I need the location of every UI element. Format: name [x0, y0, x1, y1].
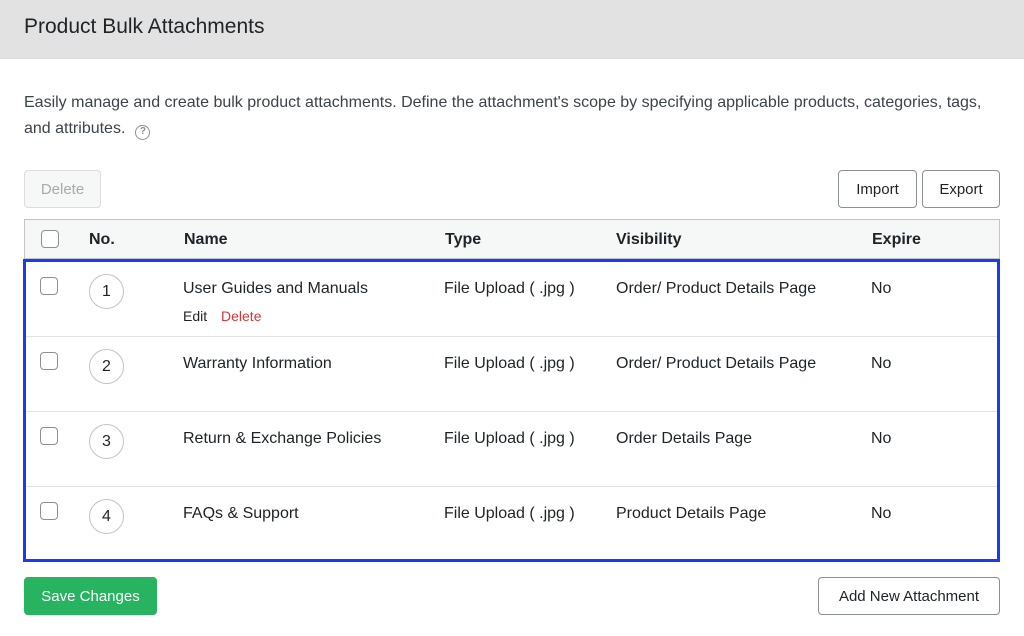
- page-description: Easily manage and create bulk product at…: [24, 90, 984, 142]
- row-number-badge: 2: [89, 349, 124, 384]
- column-header-no: No.: [89, 231, 115, 248]
- attachment-expire: No: [871, 430, 892, 447]
- attachment-expire: No: [871, 355, 892, 372]
- attachment-expire: No: [871, 505, 892, 522]
- attachment-name[interactable]: Warranty Information: [183, 355, 332, 373]
- save-changes-button[interactable]: Save Changes: [24, 577, 157, 615]
- description-text: Easily manage and create bulk product at…: [24, 94, 982, 137]
- question-circle-icon[interactable]: ?: [135, 125, 151, 140]
- row-number-badge: 3: [89, 424, 124, 459]
- row-number-badge: 4: [89, 499, 124, 534]
- table-header: No. Name Type Visibility Expire: [25, 220, 999, 259]
- row-checkbox[interactable]: [40, 427, 58, 445]
- bulk-delete-button[interactable]: Delete: [24, 170, 101, 208]
- row-checkbox[interactable]: [40, 352, 58, 370]
- row-number-badge: 1: [89, 274, 124, 309]
- export-button[interactable]: Export: [922, 170, 1000, 208]
- attachment-name[interactable]: User Guides and Manuals: [183, 280, 368, 298]
- table-row: 4 FAQs & Support File Upload ( .jpg ) Pr…: [25, 487, 999, 562]
- import-button[interactable]: Import: [838, 170, 917, 208]
- attachment-visibility: Order/ Product Details Page: [616, 355, 817, 372]
- page-header: Product Bulk Attachments: [0, 0, 1024, 59]
- attachment-type: File Upload ( .jpg ): [444, 355, 575, 372]
- table-row: 3 Return & Exchange Policies File Upload…: [25, 412, 999, 487]
- attachment-expire: No: [871, 280, 892, 297]
- column-header-type: Type: [445, 231, 482, 248]
- add-new-attachment-button[interactable]: Add New Attachment: [818, 577, 1000, 615]
- row-checkbox[interactable]: [40, 277, 58, 295]
- delete-link[interactable]: Delete: [221, 308, 261, 324]
- row-checkbox[interactable]: [40, 502, 58, 520]
- row-actions: Edit Delete: [183, 308, 261, 324]
- page-title: Product Bulk Attachments: [24, 15, 265, 38]
- attachment-type: File Upload ( .jpg ): [444, 280, 575, 297]
- attachment-visibility: Order Details Page: [616, 430, 753, 447]
- attachments-table: No. Name Type Visibility Expire 1 User G…: [24, 219, 1000, 562]
- attachment-type: File Upload ( .jpg ): [444, 430, 575, 447]
- table-row: 1 User Guides and Manuals File Upload ( …: [25, 262, 999, 337]
- attachment-name[interactable]: FAQs & Support: [183, 505, 299, 523]
- attachment-type: File Upload ( .jpg ): [444, 505, 575, 522]
- column-header-visibility: Visibility: [616, 231, 682, 248]
- column-header-expire: Expire: [872, 231, 921, 248]
- column-header-name: Name: [184, 231, 228, 248]
- edit-link[interactable]: Edit: [183, 308, 207, 324]
- attachment-visibility: Product Details Page: [616, 505, 767, 522]
- select-all-checkbox[interactable]: [41, 230, 59, 248]
- attachment-visibility: Order/ Product Details Page: [616, 280, 817, 297]
- attachment-name[interactable]: Return & Exchange Policies: [183, 430, 381, 448]
- table-row: 2 Warranty Information File Upload ( .jp…: [25, 337, 999, 412]
